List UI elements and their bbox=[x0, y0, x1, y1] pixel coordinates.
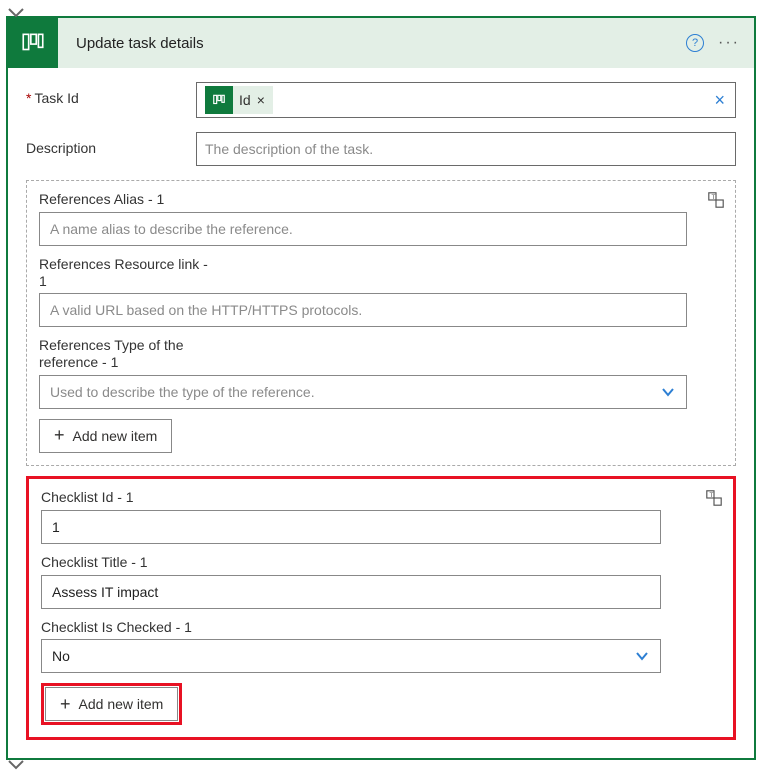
task-id-token[interactable]: Id × bbox=[205, 86, 273, 114]
checklist-checked-label: Checklist Is Checked - 1 bbox=[41, 619, 721, 636]
checklist-title-input[interactable]: Assess IT impact bbox=[41, 575, 661, 609]
checklist-title-label: Checklist Title - 1 bbox=[41, 554, 721, 571]
plus-icon: + bbox=[54, 425, 65, 446]
help-icon[interactable]: ? bbox=[686, 34, 704, 52]
task-id-input[interactable]: Id × × bbox=[196, 82, 736, 118]
description-row: Description The description of the task. bbox=[26, 132, 736, 166]
checklist-checked-select[interactable]: No bbox=[41, 639, 661, 673]
token-label: Id bbox=[239, 92, 251, 108]
plus-icon: + bbox=[60, 694, 71, 715]
chevron-down-icon[interactable] bbox=[660, 384, 676, 400]
checklist-id-input[interactable]: 1 bbox=[41, 510, 661, 544]
ref-alias-label: References Alias - 1 bbox=[39, 191, 723, 208]
svg-text:T: T bbox=[712, 194, 716, 201]
description-placeholder: The description of the task. bbox=[205, 141, 373, 157]
checklist-group: T Checklist Id - 1 1 Checklist Title - 1… bbox=[26, 476, 736, 740]
description-input[interactable]: The description of the task. bbox=[196, 132, 736, 166]
planner-icon bbox=[8, 18, 58, 68]
clear-input-icon[interactable]: × bbox=[714, 90, 725, 111]
more-menu-icon[interactable]: ··· bbox=[718, 34, 740, 52]
dynamic-content-icon[interactable]: T bbox=[703, 487, 725, 509]
references-group: T References Alias - 1 A name alias to d… bbox=[26, 180, 736, 466]
ref-type-label: References Type of the reference - 1 bbox=[39, 337, 219, 371]
description-label: Description bbox=[26, 132, 196, 156]
checklist-id-label: Checklist Id - 1 bbox=[41, 489, 721, 506]
card-body: *Task Id Id × × Description bbox=[8, 68, 754, 758]
ref-resource-label: References Resource link - 1 bbox=[39, 256, 219, 290]
task-id-label: *Task Id bbox=[26, 82, 196, 106]
ref-alias-input[interactable]: A name alias to describe the reference. bbox=[39, 212, 687, 246]
planner-icon bbox=[205, 86, 233, 114]
chevron-down-icon[interactable] bbox=[634, 648, 650, 664]
card-title: Update task details bbox=[58, 35, 686, 52]
add-checklist-button[interactable]: + Add new item bbox=[45, 687, 178, 721]
remove-token-icon[interactable]: × bbox=[257, 92, 265, 108]
ref-resource-input[interactable]: A valid URL based on the HTTP/HTTPS prot… bbox=[39, 293, 687, 327]
dynamic-content-icon[interactable]: T bbox=[705, 189, 727, 211]
ref-type-select[interactable]: Used to describe the type of the referen… bbox=[39, 375, 687, 409]
card-header: Update task details ? ··· bbox=[8, 18, 754, 68]
header-actions: ? ··· bbox=[686, 34, 754, 52]
add-reference-button[interactable]: + Add new item bbox=[39, 419, 172, 453]
task-id-row: *Task Id Id × × bbox=[26, 82, 736, 118]
svg-text:T: T bbox=[710, 492, 714, 499]
flow-arrow-bottom bbox=[6, 758, 758, 770]
action-card: Update task details ? ··· *Task Id Id × … bbox=[6, 16, 756, 760]
